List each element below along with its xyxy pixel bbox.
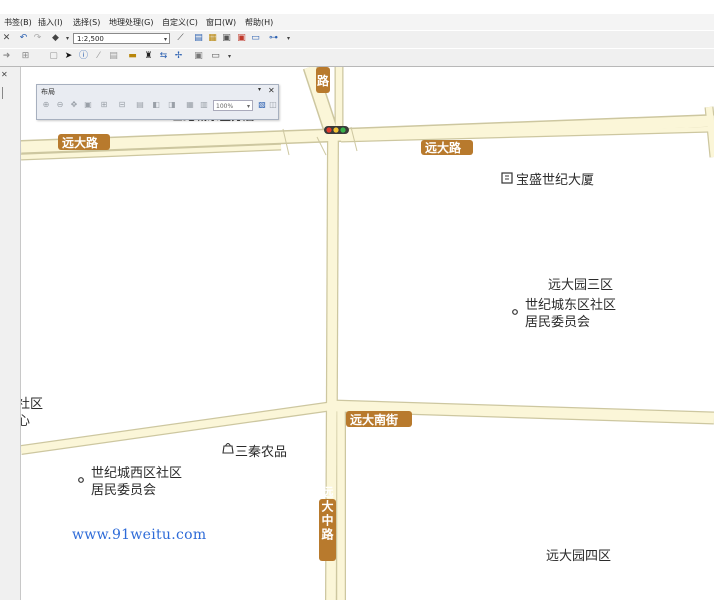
zoom-100-icon[interactable]: ▤ bbox=[135, 100, 145, 110]
fixed-zoom-out-icon[interactable]: ⊟ bbox=[117, 100, 127, 110]
label-left-fragment-1: 社区 bbox=[21, 396, 43, 412]
zoom-out-page-icon[interactable]: ⊖ bbox=[55, 100, 65, 110]
menu-insert[interactable]: 插入(I) bbox=[38, 17, 63, 28]
html-popup-icon[interactable]: ▬ bbox=[127, 51, 138, 62]
clear-selection-icon[interactable]: ▢ bbox=[48, 51, 59, 62]
route-icon[interactable]: ⇆ bbox=[158, 51, 169, 62]
panel-title: 布局 bbox=[41, 88, 55, 96]
time-slider-icon[interactable]: ▣ bbox=[193, 51, 204, 62]
table-of-contents-pane[interactable]: ✕ bbox=[0, 67, 21, 600]
menu-customize[interactable]: 自定义(C) bbox=[162, 17, 198, 28]
panel-menu-icon[interactable]: ▾ bbox=[258, 86, 261, 93]
measure-icon[interactable]: ⁄ bbox=[93, 51, 104, 62]
road-label-south-street: 远大南街 bbox=[350, 412, 398, 427]
find-icon[interactable]: ♜ bbox=[143, 51, 154, 62]
chevron-down-icon[interactable]: ▾ bbox=[247, 101, 250, 112]
close-icon[interactable]: ✕ bbox=[1, 33, 12, 44]
python-icon[interactable]: ▣ bbox=[236, 33, 247, 44]
label-community-4: 远大园四区 bbox=[546, 549, 611, 564]
close-icon[interactable]: ✕ bbox=[268, 86, 275, 95]
zoom-value: 100% bbox=[216, 103, 234, 110]
road-label-yuanda-lu-east: 远大路 bbox=[425, 140, 462, 155]
goto-xy-icon[interactable]: ✢ bbox=[173, 51, 184, 62]
hyperlink-icon[interactable]: ▤ bbox=[108, 51, 119, 62]
menu-geoprocessing[interactable]: 地理处理(G) bbox=[109, 17, 153, 28]
data-driven-pages-icon[interactable]: ◫ bbox=[268, 100, 278, 110]
shop-icon bbox=[222, 442, 234, 454]
poi-marker bbox=[512, 309, 518, 315]
menu-bar: 书签(B) 插入(I) 选择(S) 地理处理(G) 自定义(C) 窗口(W) 帮… bbox=[0, 14, 714, 30]
toolbox-icon[interactable]: ▣ bbox=[221, 33, 232, 44]
pan-page-icon[interactable]: ✥ bbox=[69, 100, 79, 110]
watermark: www.91weitu.com bbox=[72, 527, 207, 543]
building-icon bbox=[501, 172, 513, 184]
identify-icon[interactable]: ⓘ bbox=[78, 51, 89, 62]
more-icon[interactable]: ▾ bbox=[283, 33, 294, 44]
forward-icon[interactable]: ➜ bbox=[1, 51, 12, 62]
table-icon[interactable]: ▤ bbox=[193, 33, 204, 44]
menu-bookmarks[interactable]: 书签(B) bbox=[4, 17, 32, 28]
road-label-center: 远大中路 bbox=[320, 486, 334, 542]
traffic-light-icon bbox=[324, 126, 349, 134]
select-icon[interactable]: ➤ bbox=[63, 51, 74, 62]
label-west-committee-line1: 世纪城西区社区 bbox=[91, 465, 182, 481]
scale-value: 1:2,500 bbox=[77, 35, 104, 43]
menu-help[interactable]: 帮助(H) bbox=[245, 17, 273, 28]
splitter[interactable] bbox=[2, 87, 3, 99]
menu-selection[interactable]: 选择(S) bbox=[73, 17, 100, 28]
model-icon[interactable]: ⊶ bbox=[268, 33, 279, 44]
redo-icon[interactable]: ↷ bbox=[32, 33, 43, 44]
menu-windows[interactable]: 窗口(W) bbox=[206, 17, 236, 28]
window-icon[interactable]: ▭ bbox=[250, 33, 261, 44]
page-zoom-combobox[interactable]: 100% ▾ bbox=[213, 100, 253, 111]
label-left-fragment-2: 心 bbox=[21, 414, 30, 429]
editor-icon[interactable]: ⟋ bbox=[175, 33, 186, 44]
standard-toolbar: ✕ ↶ ↷ ◆ ▾ 1:2,500 ▾ ⟋ ▤ ▦ ▣ ▣ ▭ ⊶ ▾ bbox=[0, 31, 714, 48]
pin-icon[interactable]: ✕ bbox=[1, 70, 8, 79]
dropdown-arrow-icon[interactable]: ▾ bbox=[62, 33, 73, 44]
zoom-in-page-icon[interactable]: ⊕ bbox=[41, 100, 51, 110]
road-label-top: 路 bbox=[317, 73, 330, 88]
window-icon[interactable]: ▭ bbox=[210, 51, 221, 62]
add-data-icon[interactable]: ◆ bbox=[50, 33, 61, 44]
label-community-3: 远大园三区 bbox=[548, 278, 613, 293]
change-layout-icon[interactable]: ▧ bbox=[257, 100, 267, 110]
road-south-street-west bbox=[21, 402, 334, 454]
poi-marker bbox=[78, 477, 84, 483]
toggle-draft-icon[interactable]: ▦ bbox=[185, 100, 195, 110]
full-extent-icon[interactable]: ⊞ bbox=[20, 51, 31, 62]
focus-frame-icon[interactable]: ▥ bbox=[199, 100, 209, 110]
road-label-yuanda-lu-west: 远大路 bbox=[62, 135, 99, 150]
undo-icon[interactable]: ↶ bbox=[18, 33, 29, 44]
map-canvas[interactable]: 远大路 远大路 远大南街 路 远大中路 宝盛世纪大厦 远大园三区 世纪城东区社区… bbox=[21, 67, 714, 600]
tools-toolbar: ➜ ⊞ ▢ ➤ ⓘ ⁄ ▤ ▬ ♜ ⇆ ✢ ▣ ▭ ▾ bbox=[0, 49, 714, 67]
map-view[interactable]: 远大路 远大路 远大南街 路 远大中路 宝盛世纪大厦 远大园三区 世纪城东区社区… bbox=[21, 67, 714, 600]
back-extent-icon[interactable]: ◧ bbox=[151, 100, 161, 110]
layout-toolbar-panel[interactable]: 布局 ▾ ✕ ⊕ ⊖ ✥ ▣ ⊞ ⊟ ▤ ◧ ◨ ▦ ▥ 100% ▾ ▧ ◫ bbox=[36, 84, 279, 120]
label-east-committee-line2: 居民委员会 bbox=[525, 315, 590, 330]
chevron-down-icon[interactable]: ▾ bbox=[164, 34, 167, 45]
zoom-whole-page-icon[interactable]: ▣ bbox=[83, 100, 93, 110]
forward-extent-icon[interactable]: ◨ bbox=[167, 100, 177, 110]
label-shop: 三秦农品 bbox=[235, 445, 287, 460]
catalog-icon[interactable]: ▦ bbox=[207, 33, 218, 44]
label-west-committee-line2: 居民委员会 bbox=[91, 483, 156, 498]
label-east-committee-line1: 世纪城东区社区 bbox=[525, 297, 616, 313]
label-building: 宝盛世纪大厦 bbox=[516, 173, 594, 188]
more-icon[interactable]: ▾ bbox=[224, 51, 235, 62]
map-scale-combobox[interactable]: 1:2,500 ▾ bbox=[73, 33, 170, 44]
fixed-zoom-in-icon[interactable]: ⊞ bbox=[99, 100, 109, 110]
